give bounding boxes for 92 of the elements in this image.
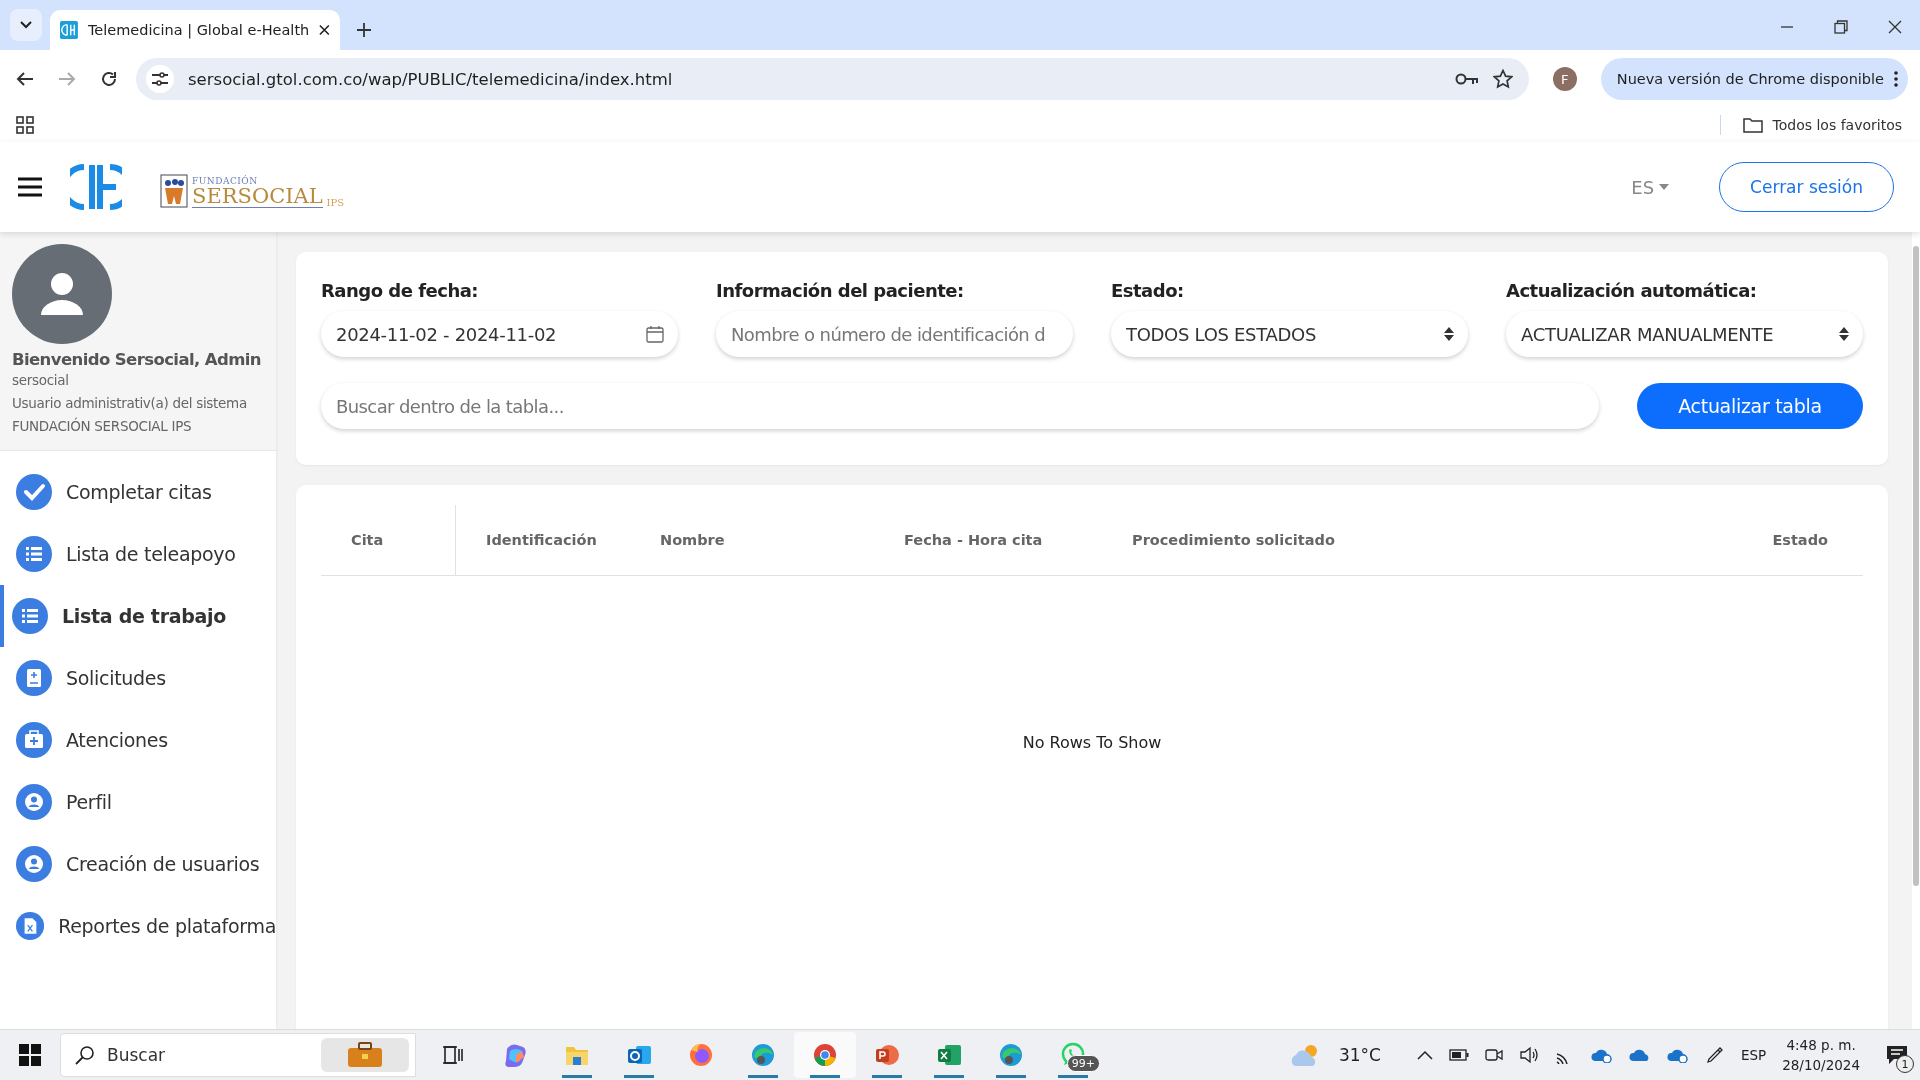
list-icon xyxy=(16,536,52,572)
filter-label: Estado: xyxy=(1111,280,1185,301)
calendar-icon xyxy=(646,325,664,343)
people-logo-icon xyxy=(160,174,188,208)
tab-title: Telemedicina | Global e-Health xyxy=(87,22,310,38)
bookmarks-folder[interactable]: Todos los favoritos xyxy=(1772,117,1902,133)
chevron-up-icon[interactable] xyxy=(1416,1050,1433,1060)
chevron-down-icon xyxy=(19,20,33,30)
column-header[interactable]: Procedimiento solicitado xyxy=(1132,532,1335,548)
list-icon xyxy=(12,598,48,634)
select-dropdown[interactable]: TODOS LOS ESTADOS xyxy=(1111,311,1468,357)
weather-temperature[interactable]: 31°C xyxy=(1338,1045,1381,1065)
table-search-field[interactable]: Buscar dentro de la tabla... xyxy=(321,383,1599,429)
update-chrome-button[interactable]: Nueva versión de Chrome disponible xyxy=(1600,58,1908,100)
close-icon[interactable] xyxy=(1888,20,1902,34)
restore-icon[interactable] xyxy=(1834,20,1848,34)
site-logo-icon xyxy=(60,20,78,40)
document-plus-icon xyxy=(16,660,52,696)
notification-count: 1 xyxy=(1896,1055,1914,1073)
role-text: Usuario administrativ(a) del sistema xyxy=(12,394,248,413)
check-icon xyxy=(16,474,52,510)
sidebar-item[interactable]: Creación de usuarios xyxy=(0,833,276,895)
filter-label: Actualización automática: xyxy=(1506,280,1758,301)
empty-table-message: No Rows To Show xyxy=(1022,733,1162,752)
taskbar-clock[interactable]: 4:48 p. m. 28/10/2024 xyxy=(1782,1035,1860,1075)
clock-date: 28/10/2024 xyxy=(1782,1056,1860,1075)
camera-icon[interactable] xyxy=(1484,1046,1503,1064)
column-header[interactable]: Fecha - Hora cita xyxy=(904,532,1043,548)
battery-icon[interactable] xyxy=(1448,1049,1469,1061)
sidebar-item[interactable]: Perfil xyxy=(0,771,276,833)
apps-grid-icon[interactable] xyxy=(16,116,34,134)
folder-icon xyxy=(1742,117,1763,133)
medical-case-icon xyxy=(16,722,52,758)
address-bar[interactable]: sersocial.gtol.com.co/wap/PUBLIC/telemedicina/index.html xyxy=(136,58,1529,100)
pen-icon[interactable] xyxy=(1704,1045,1725,1065)
sidebar-item[interactable]: Atenciones xyxy=(0,709,276,771)
site-settings-icon[interactable] xyxy=(151,71,169,87)
sort-caret-icon xyxy=(1839,327,1849,341)
sidebar-item[interactable]: Reportes de plataforma xyxy=(0,895,276,957)
person-silhouette-icon xyxy=(39,271,85,317)
url-text: sersocial.gtol.com.co/wap/PUBLIC/telemedicina/index.html xyxy=(188,69,674,89)
app-logo-icon xyxy=(70,162,122,212)
clock-time: 4:48 p. m. xyxy=(1786,1036,1856,1055)
scrollbar-thumb[interactable] xyxy=(1913,246,1919,886)
more-icon xyxy=(1894,71,1898,87)
close-icon[interactable] xyxy=(319,24,330,36)
key-icon[interactable] xyxy=(1454,72,1479,86)
sidebar-item[interactable]: Lista de trabajo xyxy=(0,585,276,647)
select-dropdown[interactable]: ACTUALIZAR MANUALMENTE xyxy=(1506,311,1863,357)
user-icon xyxy=(16,846,52,882)
tab-list-button[interactable] xyxy=(10,9,42,41)
wave-globe-icon[interactable] xyxy=(997,1041,1025,1069)
sort-caret-icon xyxy=(1444,327,1454,341)
organization-text: FUNDACIÓN SERSOCIAL IPS xyxy=(12,416,193,436)
browser-globe-icon[interactable] xyxy=(811,1041,839,1069)
taskbar-search-field[interactable]: Buscar xyxy=(60,1033,416,1077)
speaker-icon[interactable] xyxy=(1518,1046,1539,1064)
username-text: sersocial xyxy=(12,371,70,390)
language-selector[interactable]: ES xyxy=(1625,175,1676,199)
wave-globe-icon[interactable] xyxy=(749,1041,777,1069)
input-language[interactable]: ESP xyxy=(1740,1047,1767,1063)
patient-search-field[interactable]: Nombre o número de identificación d xyxy=(716,311,1073,357)
date-range-field[interactable]: 2024-11-02 - 2024-11-02 xyxy=(321,311,678,357)
back-arrow-icon[interactable] xyxy=(16,71,34,87)
caret-down-icon xyxy=(1659,184,1670,190)
sidebar-item[interactable]: Completar citas xyxy=(0,461,276,523)
profile-avatar[interactable]: F xyxy=(1552,67,1577,91)
column-header[interactable]: Nombre xyxy=(660,532,725,548)
cloud-sync-icon[interactable] xyxy=(1666,1047,1689,1063)
logout-button[interactable]: Cerrar sesión xyxy=(1719,162,1894,212)
column-header[interactable]: Estado xyxy=(1772,532,1828,548)
column-header[interactable]: Cita xyxy=(351,532,384,548)
cloud-sync-icon[interactable] xyxy=(1590,1047,1613,1063)
filter-label: Información del paciente: xyxy=(716,280,965,301)
search-icon xyxy=(75,1045,95,1065)
sidebar-item[interactable]: Solicitudes xyxy=(0,647,276,709)
welcome-text: Bienvenido Sersocial, Admin xyxy=(12,350,261,369)
fox-globe-icon[interactable] xyxy=(687,1041,715,1069)
refresh-table-button[interactable]: Actualizar tabla xyxy=(1637,383,1863,429)
sidebar-item[interactable]: Lista de teleapoyo xyxy=(0,523,276,585)
column-header[interactable]: Identificación xyxy=(486,532,597,548)
filter-label: Rango de fecha: xyxy=(321,280,480,301)
reload-icon[interactable] xyxy=(100,70,118,88)
briefcase-icon xyxy=(347,1042,383,1068)
menu-icon[interactable] xyxy=(18,177,42,197)
cloud-icon[interactable] xyxy=(1628,1047,1651,1063)
notification-badge: 99+ xyxy=(1066,1055,1100,1072)
new-tab-icon[interactable] xyxy=(356,22,372,38)
user-icon xyxy=(16,784,52,820)
windows-start-icon[interactable] xyxy=(19,1044,41,1066)
star-icon[interactable] xyxy=(1492,69,1513,89)
browser-tab[interactable]: Telemedicina | Global e-Health xyxy=(50,10,340,50)
